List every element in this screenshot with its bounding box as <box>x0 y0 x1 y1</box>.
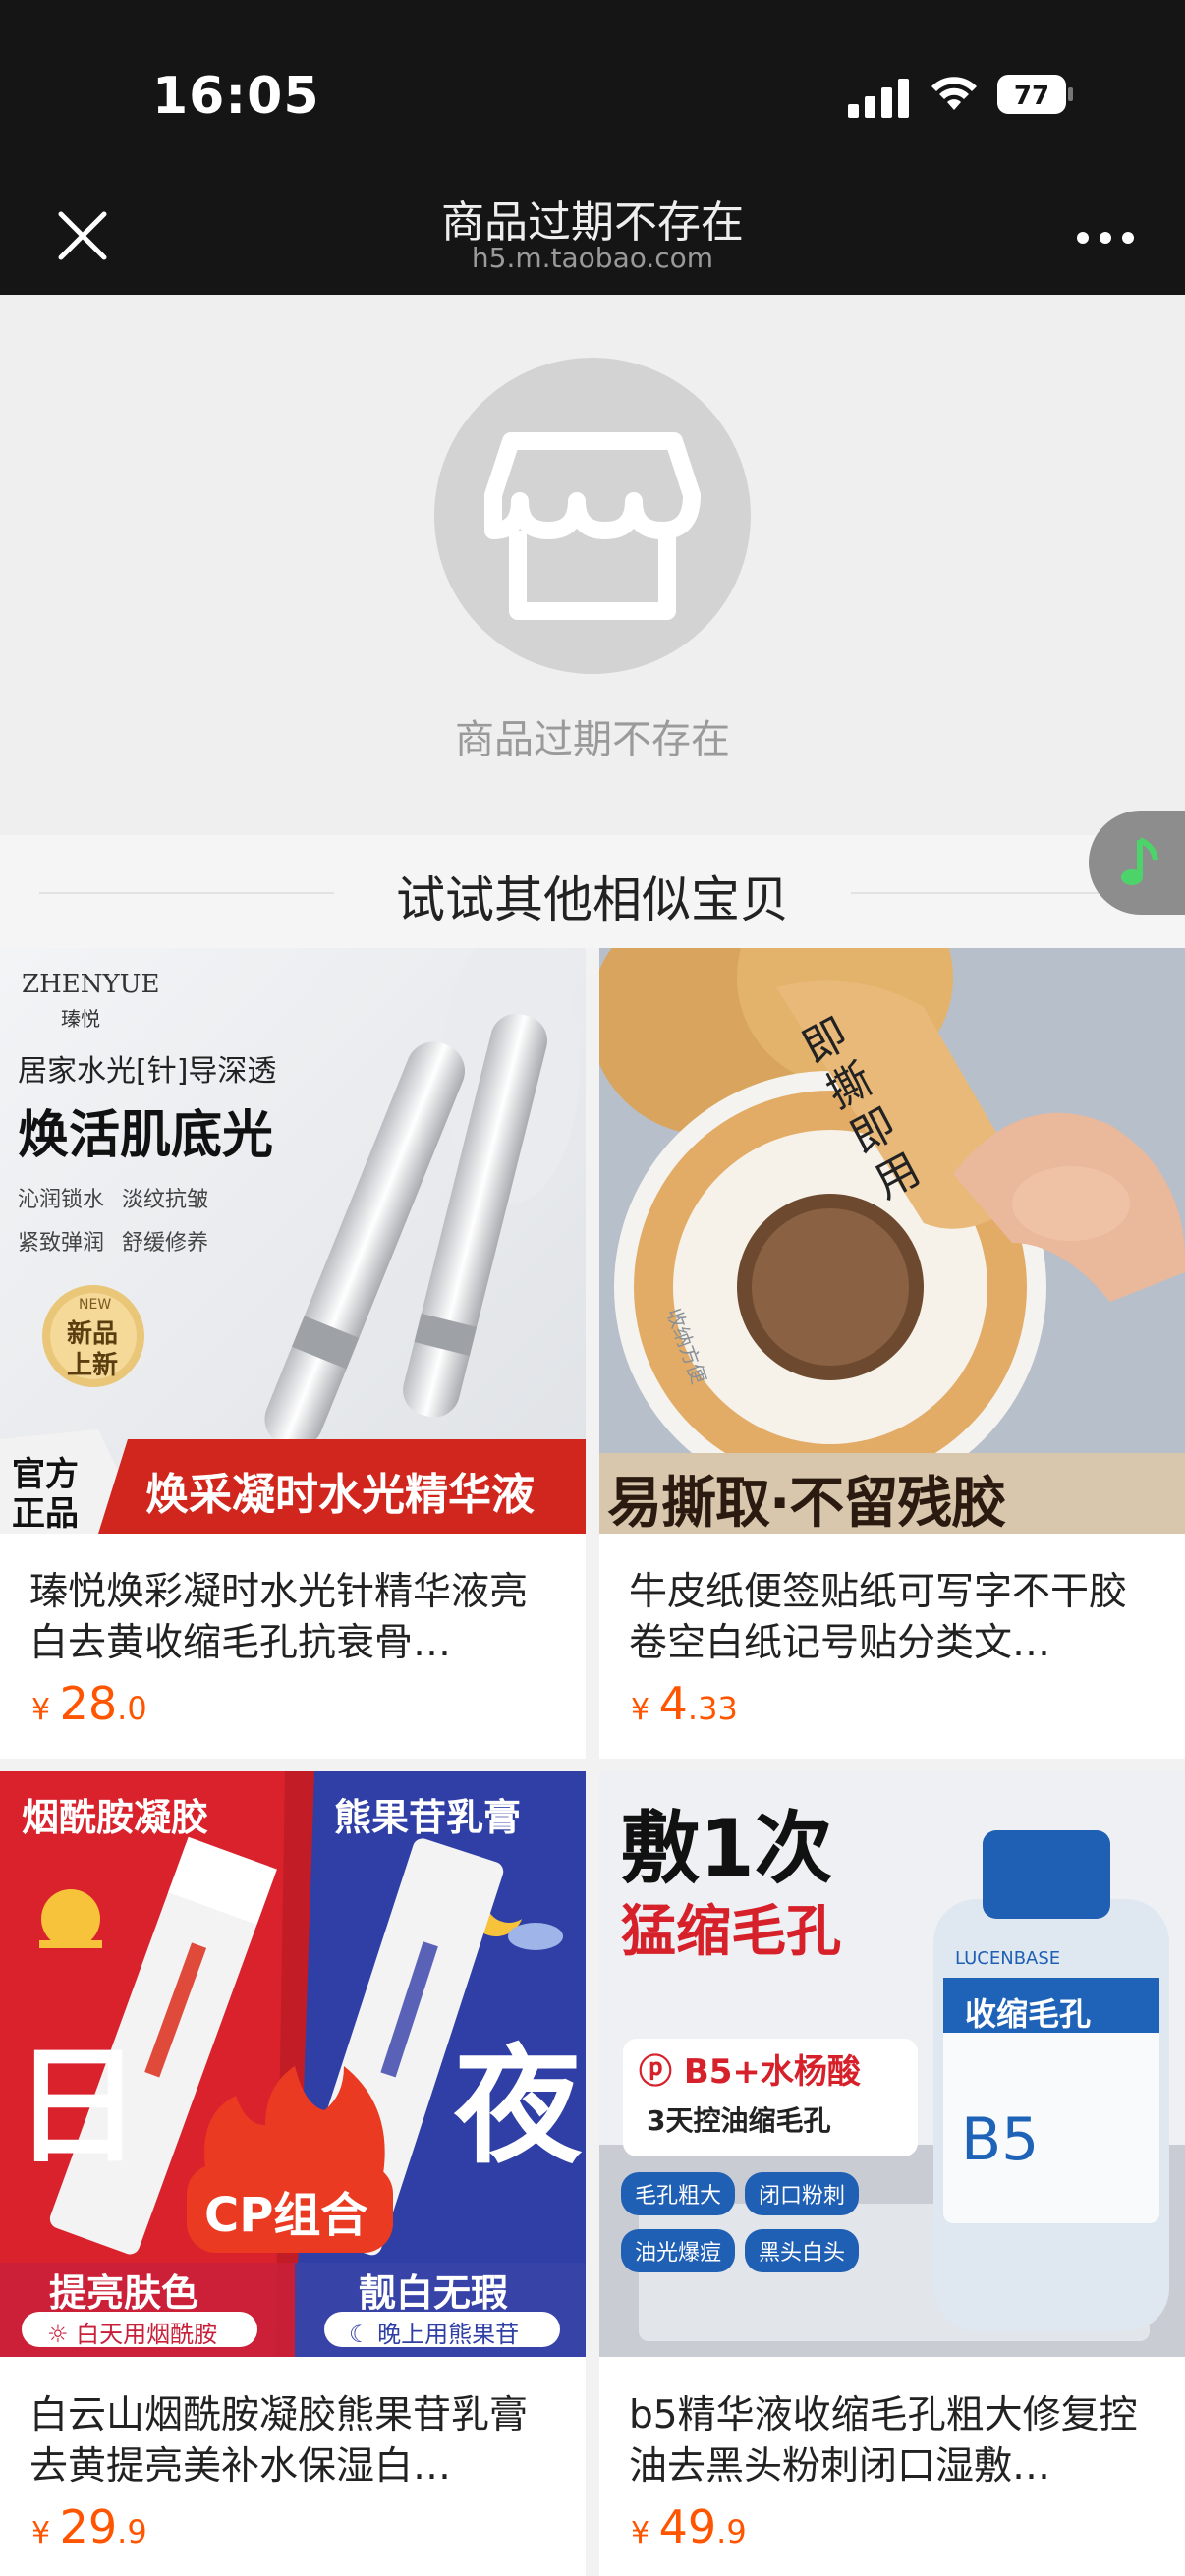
product-price: ¥ 29.9 <box>31 2500 147 2553</box>
product-card[interactable]: 烟酰胺凝胶 熊果苷乳膏 日 夜 CP组合 提亮肤色 靓白无瑕 ☼ 白天用烟酰胺 … <box>0 1771 586 2576</box>
image-corner2: 正品 <box>12 1494 79 1534</box>
image-pills: 毛孔粗大 闭口粉刺 油光爆痘 黑头白头 <box>621 2172 916 2272</box>
image-badge2: 上新 <box>67 1351 119 1380</box>
image-bottle-b5: B5 <box>961 2105 1040 2174</box>
music-float-button[interactable] <box>1089 811 1185 915</box>
empty-state: 商品过期不存在 <box>0 295 1185 835</box>
image-banner: 焕采凝时水光精华液 <box>145 1470 535 1520</box>
empty-message: 商品过期不存在 <box>455 717 730 762</box>
image-center: CP组合 <box>204 2188 368 2243</box>
image-right-foot: 靓白无瑕 <box>359 2271 509 2315</box>
price-decimal: .9 <box>117 2513 147 2550</box>
status-time: 16:05 <box>152 67 320 126</box>
image-head1: 敷1次 <box>621 1803 833 1894</box>
product-price: ¥ 49.9 <box>631 2500 747 2553</box>
product-card[interactable]: 即 撕 即 用 收纳方便 易撕取·不留残胶 牛皮纸便签贴纸可写字不干胶卷空白纸记… <box>599 948 1185 1759</box>
image-left-head: 烟酰胺凝胶 <box>22 1796 209 1839</box>
price-integer: 4 <box>658 1677 688 1730</box>
currency-symbol: ¥ <box>31 2516 60 2550</box>
image-brand: ZHENYUE <box>22 970 160 999</box>
image-tag2: 3天控油缩毛孔 <box>647 2104 831 2137</box>
currency-symbol: ¥ <box>31 1693 60 1727</box>
price-integer: 28 <box>59 1677 118 1730</box>
page-url: h5.m.taobao.com <box>471 242 714 274</box>
page-title: 商品过期不存在 <box>441 197 744 248</box>
currency-symbol: ¥ <box>631 1693 659 1727</box>
image-pill: 黑头白头 <box>745 2229 860 2272</box>
product-image[interactable]: 即 撕 即 用 收纳方便 易撕取·不留残胶 <box>599 948 1185 1534</box>
cellular-signal-icon <box>848 79 909 118</box>
store-icon <box>484 432 701 620</box>
image-banner: 易撕取·不留残胶 <box>607 1472 1006 1534</box>
image-bullet: 舒缓修养 <box>122 1231 209 1256</box>
battery-level: 77 <box>1014 82 1049 111</box>
product-card[interactable]: ZHENYUE 瑧悦 居家水光[针]导深透 焕活肌底光 沁润锁水 淡纹抗皱 紧致… <box>0 948 586 1759</box>
wifi-icon <box>931 77 977 110</box>
store-icon-circle <box>434 358 751 674</box>
price-decimal: .33 <box>687 1690 738 1727</box>
image-bottle-brand: LUCENBASE <box>955 1948 1061 1969</box>
image-pill: 闭口粉刺 <box>745 2172 860 2215</box>
image-left-tag: ☼ 白天用烟酰胺 <box>47 2321 218 2348</box>
price-decimal: .0 <box>117 1690 147 1727</box>
more-options-icon[interactable] <box>1071 216 1140 255</box>
product-title[interactable]: 白云山烟酰胺凝胶熊果苷乳膏去黄提亮美补水保湿白… <box>29 2390 560 2492</box>
similar-header: 试试其他相似宝贝 <box>0 835 1185 948</box>
image-bottle-label: 收缩毛孔 <box>965 1995 1092 2033</box>
image-bullets: 沁润锁水 淡纹抗皱 紧致弹润 舒缓修养 <box>18 1182 254 1257</box>
product-image[interactable]: 敷1次 猛缩毛孔 ⓟ B5+水杨酸 3天控油缩毛孔 毛孔粗大 闭口粉刺 油光爆痘… <box>599 1771 1185 2357</box>
image-big-right: 夜 <box>454 2032 583 2181</box>
price-integer: 49 <box>658 2500 717 2553</box>
image-tag1: ⓟ B5+水杨酸 <box>639 2052 861 2092</box>
similar-title: 试试其他相似宝贝 <box>396 871 789 928</box>
image-brand-cn: 瑧悦 <box>61 1007 100 1031</box>
product-title[interactable]: b5精华液收缩毛孔粗大修复控油去黑头粉刺闭口湿敷… <box>629 2390 1159 2492</box>
image-line2: 焕活肌底光 <box>18 1106 274 1165</box>
image-badge-en: NEW <box>79 1297 112 1313</box>
image-right-head: 熊果苷乳膏 <box>334 1796 522 1839</box>
price-decimal: .9 <box>716 2513 747 2550</box>
product-card[interactable]: 敷1次 猛缩毛孔 ⓟ B5+水杨酸 3天控油缩毛孔 毛孔粗大 闭口粉刺 油光爆痘… <box>599 1771 1185 2576</box>
product-image[interactable]: ZHENYUE 瑧悦 居家水光[针]导深透 焕活肌底光 沁润锁水 淡纹抗皱 紧致… <box>0 948 586 1534</box>
image-head2: 猛缩毛孔 <box>621 1900 841 1964</box>
battery-icon: 77 <box>997 75 1073 114</box>
product-title[interactable]: 牛皮纸便签贴纸可写字不干胶卷空白纸记号贴分类文… <box>629 1567 1159 1669</box>
image-line1: 居家水光[针]导深透 <box>18 1054 277 1089</box>
image-bullet: 紧致弹润 <box>18 1231 105 1256</box>
image-bullet: 淡纹抗皱 <box>122 1188 209 1212</box>
image-pill: 毛孔粗大 <box>621 2172 736 2215</box>
image-pill: 油光爆痘 <box>621 2229 736 2272</box>
currency-symbol: ¥ <box>631 2516 659 2550</box>
image-right-tag: ☾ 晚上用熊果苷 <box>349 2321 520 2348</box>
product-price: ¥ 4.33 <box>631 1677 738 1730</box>
price-integer: 29 <box>59 2500 118 2553</box>
image-bullet: 沁润锁水 <box>18 1188 105 1212</box>
status-bar: 16:05 77 <box>0 0 1185 187</box>
product-price: ¥ 28.0 <box>31 1677 147 1730</box>
product-title[interactable]: 瑧悦焕彩凝时水光针精华液亮白去黄收缩毛孔抗衰骨… <box>29 1567 560 1669</box>
music-note-icon <box>1121 837 1158 885</box>
navigation-bar: 商品过期不存在 h5.m.taobao.com <box>0 187 1185 295</box>
image-left-foot: 提亮肤色 <box>49 2271 199 2315</box>
image-big-left: 日 <box>14 2032 142 2181</box>
product-image[interactable]: 烟酰胺凝胶 熊果苷乳膏 日 夜 CP组合 提亮肤色 靓白无瑕 ☼ 白天用烟酰胺 … <box>0 1771 586 2357</box>
